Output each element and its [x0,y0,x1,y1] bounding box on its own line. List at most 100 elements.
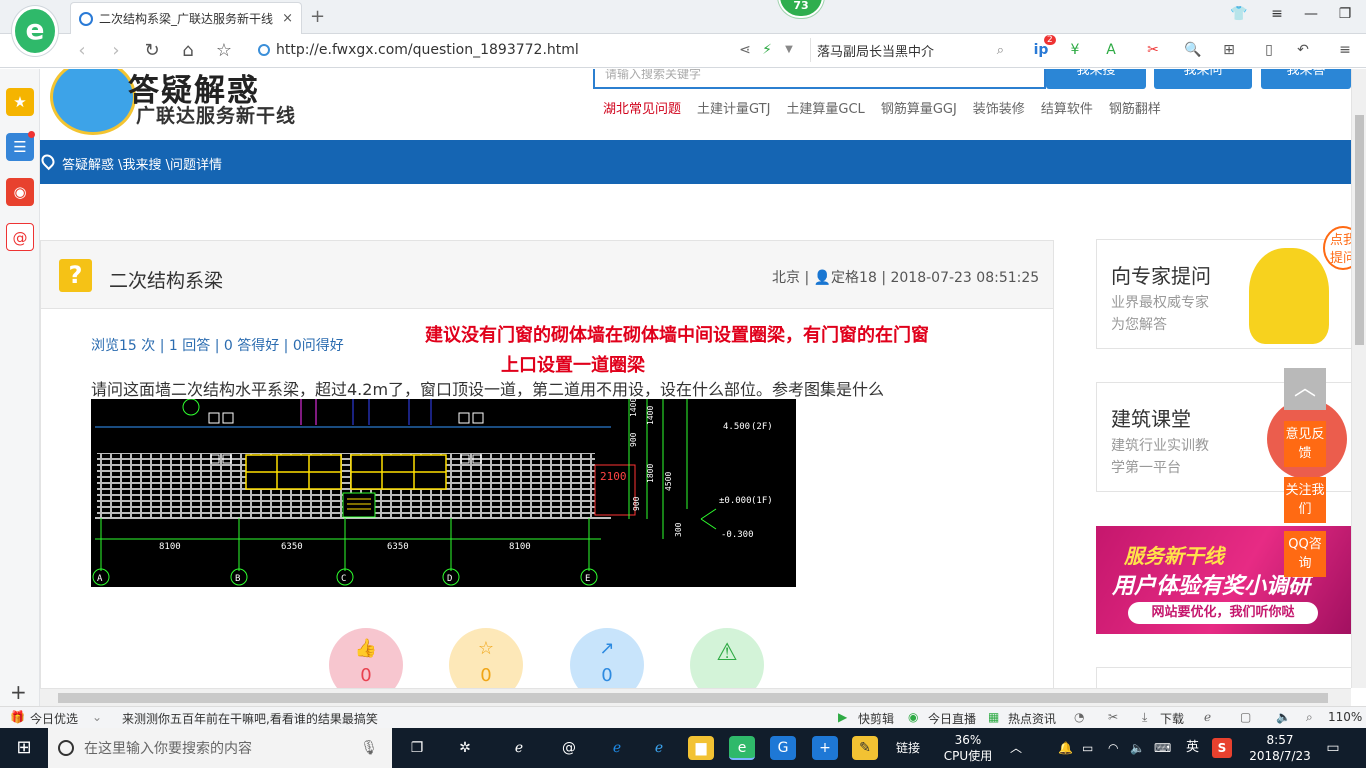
scroll-thumb[interactable] [58,693,1328,703]
add-sidebar-button[interactable]: + [10,680,27,704]
notes-app-icon[interactable]: ✎ [852,736,878,760]
download-link[interactable]: 下载 [1160,710,1184,727]
category-link[interactable]: 结算软件 [1041,98,1093,117]
edge-legacy-icon[interactable]: ℯ [506,736,532,760]
glodon-g-icon[interactable]: G [770,736,796,760]
category-link[interactable]: 湖北常见问题 [603,98,681,117]
expert-ask-box[interactable]: 向专家提问 业界最权威专家 为您解答 点我提问 [1096,226,1351,349]
ie-icon[interactable]: ℯ [646,736,672,760]
report-button[interactable]: ⚠ [690,628,764,688]
back-button[interactable]: ‹ [70,39,94,63]
tools-icon[interactable]: ✂ [1108,710,1118,724]
tablet-icon[interactable]: ▯ [1258,40,1280,60]
chevron-down-icon[interactable]: ▼ [778,40,800,60]
360-browser-icon[interactable]: e [729,736,755,760]
file-explorer-icon[interactable]: ▆ [688,736,714,760]
zoom-level[interactable]: 110% [1328,710,1362,724]
close-window-button[interactable] [1360,6,1366,26]
minimize-button[interactable]: — [1300,6,1322,26]
chevron-down-icon[interactable]: ⌄ [92,710,102,724]
ask-button[interactable]: 我来问 [1154,69,1252,89]
speed-icon[interactable]: ◔ [1074,710,1084,724]
sogou-ime-icon[interactable]: S [1212,738,1232,758]
favorite-button[interactable]: ☆ 0 [449,628,523,688]
scissors-icon[interactable]: ✂ [1142,40,1164,60]
star-icon[interactable]: ★ [6,88,34,116]
input-method-indicator[interactable]: 英 [1186,728,1199,768]
share-icon[interactable]: ⋖ [734,40,756,60]
like-button[interactable]: 👍 0 [329,628,403,688]
breadcrumb[interactable]: 答疑解惑 \我来搜 \问题详情 [62,158,222,173]
search-icon[interactable]: ⌕ [997,43,1004,58]
show-hidden-icons-icon[interactable]: ︿ [1010,728,1022,768]
clock[interactable]: 8:57 2018/7/23 [1240,728,1320,768]
menu-icon[interactable]: ≡ [1266,6,1288,26]
today-picks-link[interactable]: 今日优选 [30,710,78,727]
category-link[interactable]: 钢筋算量GGJ [881,98,957,117]
magnifier-icon[interactable]: 🔍 [1182,40,1204,60]
zoom-icon[interactable]: ⌕ [1306,710,1313,725]
translate-icon[interactable]: A [1100,40,1122,60]
apps-icon[interactable]: ⊞ [1218,40,1240,60]
window-icon[interactable]: ▢ [1240,710,1251,724]
task-view-icon[interactable]: ❐ [404,736,430,760]
home-button[interactable]: ⌂ [176,39,200,63]
vertical-scrollbar[interactable] [1351,69,1366,688]
cad-drawing-image[interactable]: 2100 8100 6350 6350 8100 A B C D E 4.500… [91,399,796,587]
browser-tab[interactable]: 二次结构系梁_广联达服务新干线 × [70,2,302,34]
taskbar-search-placeholder[interactable]: 在这里输入你要搜索的内容 [84,738,252,758]
volume-icon[interactable]: 🔈 [1276,710,1291,724]
reload-button[interactable]: ↻ [140,39,164,63]
category-link[interactable]: 装饰装修 [973,98,1025,117]
hot-news-link[interactable]: 热点资讯 [1008,710,1056,727]
site-search-input[interactable]: 请输入搜索关键字 [593,69,1046,89]
edge-icon[interactable]: ℯ [604,736,630,760]
mail-icon[interactable]: @ [6,223,34,251]
maximize-button[interactable]: ❐ [1334,6,1356,26]
news-ticker-link[interactable]: 来测测你五百年前在干嘛吧,看看谁的结果最搞笑 [122,710,378,727]
undo-icon[interactable]: ↶ [1292,40,1314,60]
glodon-plus-icon[interactable]: + [812,736,838,760]
follow-us-button[interactable]: 关注我们 [1284,477,1326,523]
answer-button[interactable]: 我来答 [1261,69,1351,89]
url-bar[interactable]: http://e.fwxgx.com/question_1893772.html [258,38,806,62]
quick-edit-link[interactable]: 快剪辑 [858,710,894,727]
download-icon[interactable]: ⤓ [1142,710,1147,725]
new-tab-button[interactable]: + [310,6,325,27]
taskbar-search-box[interactable]: 在这里输入你要搜索的内容 🎙 [48,728,392,768]
category-link[interactable]: 土建算量GCL [786,98,864,117]
browser-search-text[interactable]: 落马副局长当黑中介 [817,41,934,60]
live-link[interactable]: 今日直播 [928,710,976,727]
shirt-icon[interactable]: 👕 [1228,6,1250,26]
expert-ask-tag[interactable]: 点我提问 [1323,226,1351,270]
search-submit-button[interactable]: 我来搜 [1046,69,1146,89]
more-menu-icon[interactable]: ≡ [1334,40,1356,60]
shield-icon[interactable]: ¥ [1064,40,1086,60]
windows-start-icon[interactable]: ⊞ [0,728,48,768]
favorite-star-button[interactable]: ☆ [212,39,236,63]
spiral-app-icon[interactable]: @ [556,736,582,760]
qq-consult-button[interactable]: QQ咨询 [1284,531,1326,577]
battery-icon[interactable]: ▭ [1082,728,1093,768]
weibo-icon[interactable]: ◉ [6,178,34,206]
browser-logo-icon[interactable]: e [12,6,58,56]
url-text[interactable]: http://e.fwxgx.com/question_1893772.html [276,42,579,58]
microphone-icon[interactable]: 🎙 [360,740,378,756]
category-link[interactable]: 土建计量GTJ [697,98,770,117]
lightning-icon[interactable]: ⚡ [756,40,778,60]
action-center-icon[interactable]: ▭ [1322,728,1344,768]
tab-close-icon[interactable]: × [282,11,293,26]
links-toolbar[interactable]: 链接 [896,728,920,768]
fan-app-icon[interactable]: ✲ [452,736,478,760]
share-button[interactable]: ↗ 0 [570,628,644,688]
browser-search-box[interactable]: 落马副局长当黑中介 ⌕ [810,38,1010,62]
category-link[interactable]: 钢筋翻样 [1109,98,1161,117]
wifi-icon[interactable]: ◠ [1108,728,1118,768]
scroll-thumb[interactable] [1355,115,1364,345]
back-to-top-button[interactable]: ︿ [1284,368,1326,410]
horizontal-scrollbar[interactable] [40,688,1351,706]
speaker-icon[interactable]: 🔈 [1130,728,1145,768]
feedback-button[interactable]: 意见反馈 [1284,421,1326,467]
notification-bell-icon[interactable]: 🔔 [1058,728,1073,768]
keyboard-icon[interactable]: ⌨ [1154,728,1171,768]
